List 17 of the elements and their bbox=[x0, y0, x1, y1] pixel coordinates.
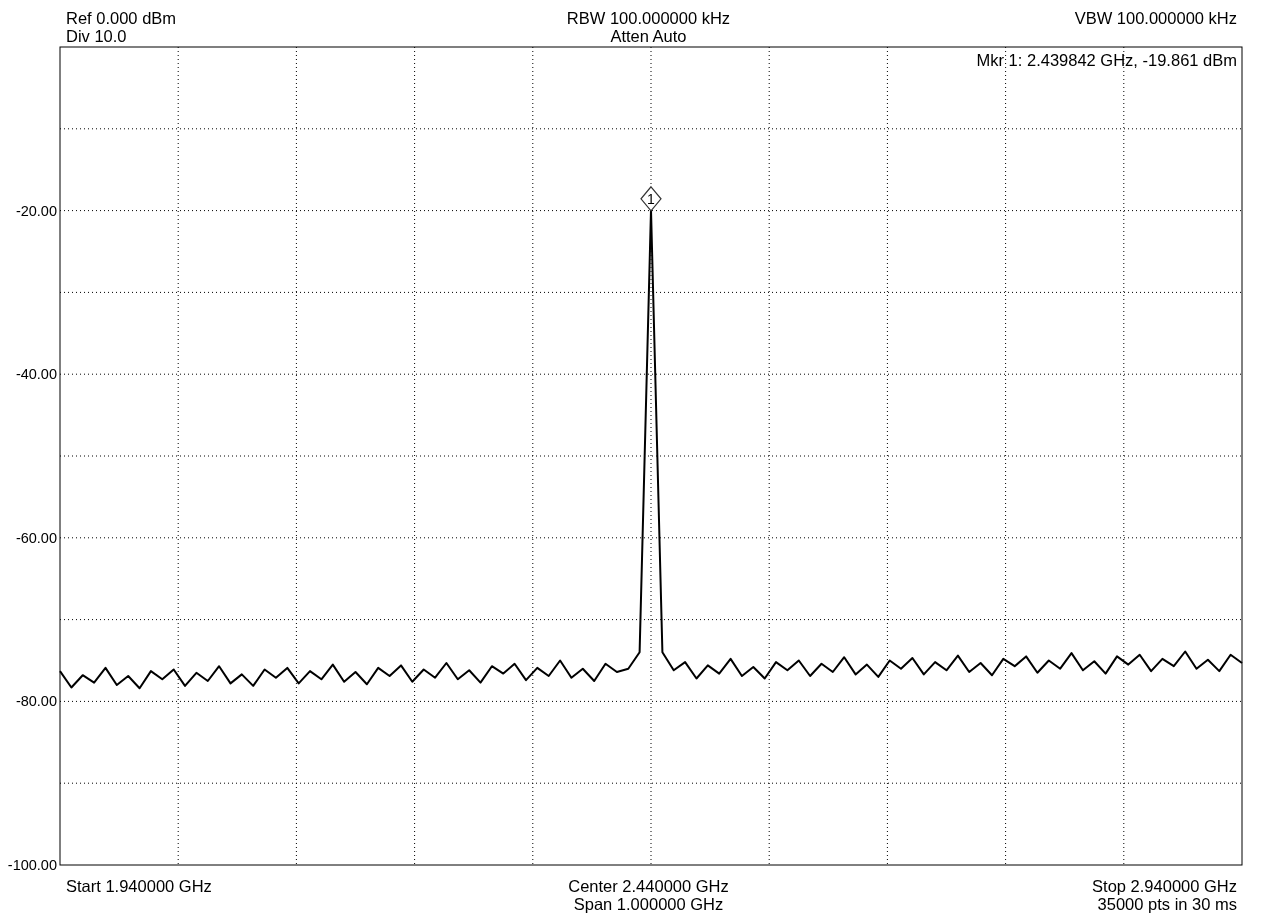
setting-label: Ref 0.000 dBm bbox=[66, 9, 177, 27]
setting-label: Div 10.0 bbox=[66, 27, 127, 45]
y-tick-label: -20.00 bbox=[15, 202, 57, 219]
y-tick-label: -100.00 bbox=[7, 857, 57, 872]
setting-label: Span 1.000000 GHz bbox=[573, 895, 724, 913]
setting-label: 35000 pts in 30 ms bbox=[1097, 895, 1237, 913]
setting-label: Atten Auto bbox=[610, 27, 687, 45]
y-tick-label: -80.00 bbox=[15, 693, 57, 710]
setting-label: Stop 2.940000 GHz bbox=[1092, 877, 1237, 895]
marker-flag: 1 bbox=[640, 185, 662, 212]
setting-label: Start 1.940000 GHz bbox=[66, 877, 212, 895]
setting-label: Center 2.440000 GHz bbox=[568, 877, 729, 895]
y-tick-label: -40.00 bbox=[15, 366, 57, 383]
y-tick-label: -60.00 bbox=[15, 529, 57, 546]
marker-readout: Mkr 1: 2.439842 GHz, -19.861 dBm bbox=[976, 51, 1237, 69]
setting-label: VBW 100.000000 kHz bbox=[1074, 9, 1237, 27]
setting-label: RBW 100.000000 kHz bbox=[566, 9, 731, 27]
